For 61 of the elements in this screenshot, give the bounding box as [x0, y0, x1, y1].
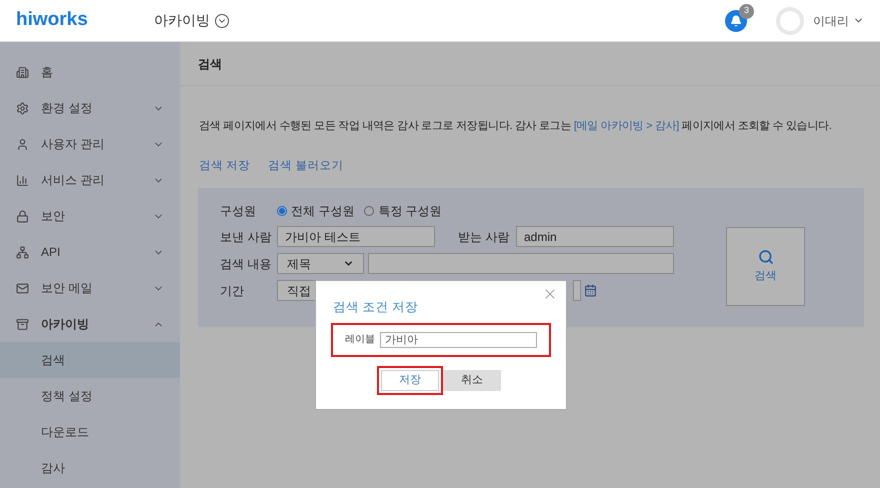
sidebar-label: 사용자 관리 — [41, 136, 106, 153]
input-field[interactable]: 가비아 — [380, 332, 537, 348]
radio-button[interactable] — [277, 206, 287, 216]
date-field[interactable] — [573, 280, 581, 302]
app-menu[interactable]: 아카이빙 — [154, 10, 229, 31]
text-link[interactable]: 검색 불러오기 — [268, 158, 344, 176]
sidebar-item[interactable]: API — [0, 234, 180, 270]
radio-button[interactable] — [364, 206, 374, 216]
sidebar-item[interactable]: 보안 — [0, 198, 180, 234]
bar-chart-icon — [16, 174, 29, 186]
audit-link[interactable]: [메일 아카이빙 > 감사] — [574, 120, 679, 132]
select-field[interactable]: 제목 — [277, 253, 364, 274]
archive-icon — [16, 318, 29, 330]
gear-icon — [16, 102, 29, 114]
search-icon — [758, 249, 774, 266]
field-label: 구성원 — [220, 203, 257, 220]
sidebar-label: API — [41, 244, 62, 261]
sidebar-label: 보안 — [41, 208, 66, 225]
sidebar-item[interactable]: 홈 — [0, 54, 180, 90]
sidebar-label: 홈 — [41, 64, 54, 81]
page-title: 검색 — [198, 56, 222, 72]
sidebar-item[interactable]: 사용자 관리 — [0, 126, 180, 162]
lock-icon — [16, 210, 29, 222]
bell-icon — [730, 14, 742, 26]
hierarchy-icon — [16, 246, 29, 258]
sidebar-subitem[interactable]: 감사 — [0, 450, 180, 486]
text-link[interactable]: 검색 저장 — [199, 158, 250, 176]
logo[interactable]: hiworks — [16, 6, 138, 35]
sidebar-item[interactable]: 아카이빙 — [0, 306, 180, 342]
sidebar-item[interactable]: 보안 메일 — [0, 270, 180, 306]
notification-badge: 3 — [739, 4, 754, 18]
field-label: 받는 사람 — [458, 228, 510, 246]
sidebar-label: 아카이빙 — [41, 316, 90, 333]
sidebar-item[interactable]: 서비스 관리 — [0, 162, 180, 198]
input-field[interactable] — [368, 253, 674, 274]
sidebar-label: 보안 메일 — [41, 280, 94, 297]
sidebar-subitem[interactable]: 다운로드 — [0, 414, 180, 450]
sidebar-label: 환경 설정 — [41, 100, 94, 117]
user-menu[interactable]: 이대리 — [813, 12, 864, 30]
input-field[interactable]: 가비아 테스트 — [277, 226, 435, 248]
sidebar-label: 서비스 관리 — [41, 172, 106, 189]
field-label: 레이블 — [345, 333, 376, 348]
field-label: 검색 내용 — [220, 256, 272, 273]
dialog-title: 검색 조건 저장 — [333, 299, 419, 316]
sidebar-subitem[interactable]: 정책 설정 — [0, 378, 180, 414]
calendar-icon[interactable] — [584, 284, 597, 298]
dropdown-icon — [215, 14, 229, 28]
description: 검색 페이지에서 수행된 모든 작업 내역은 감사 로그로 저장됩니다. 감사 로그는 [메일 아카이빙 > 감사] 페이지에서 조회할 수 있습니다. — [199, 119, 833, 134]
radio-label: 전체 구성원 — [291, 203, 354, 220]
sidebar-item[interactable]: 환경 설정 — [0, 90, 180, 126]
radio-label: 특정 구성원 — [378, 203, 442, 220]
mail-icon — [16, 282, 29, 294]
search-button[interactable]: 검색 — [726, 227, 805, 306]
field-label: 보낸 사람 — [220, 228, 272, 246]
input-field[interactable]: admin — [516, 226, 674, 248]
building-icon — [16, 66, 29, 78]
field-label: 기간 — [220, 282, 245, 300]
save-button[interactable]: 저장 — [381, 370, 439, 391]
user-icon — [16, 138, 29, 150]
sidebar-subitem[interactable]: 검색 — [0, 342, 180, 378]
cancel-button[interactable]: 취소 — [443, 370, 501, 391]
